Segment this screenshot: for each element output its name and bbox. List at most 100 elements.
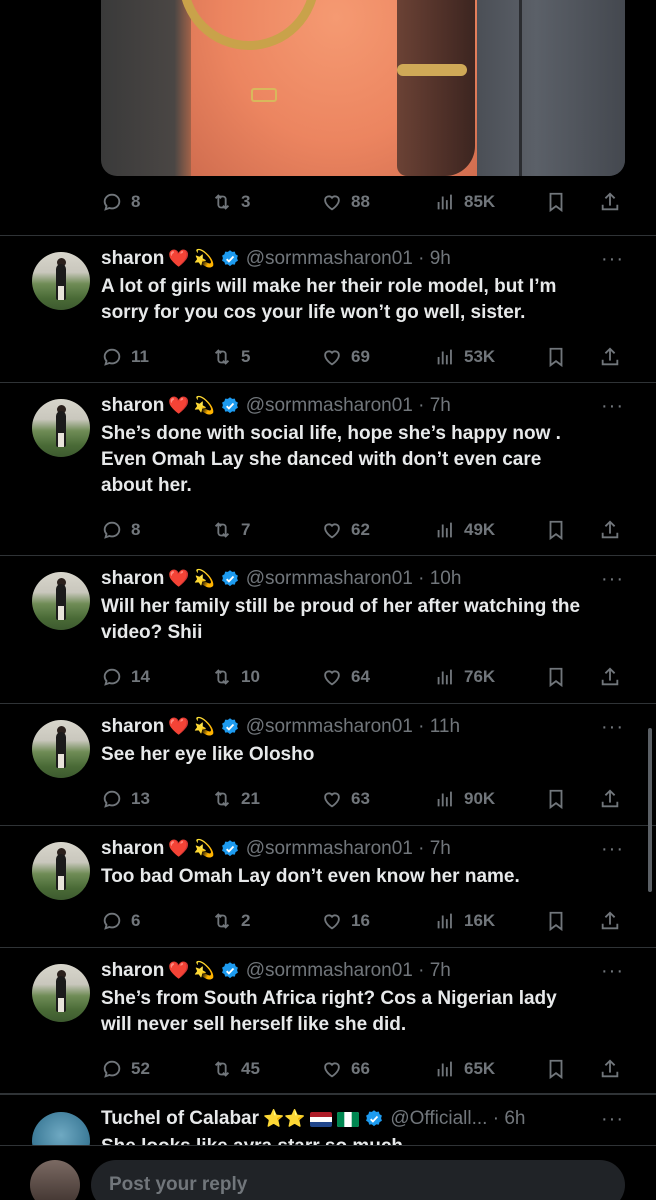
- share-button[interactable]: [599, 788, 621, 810]
- share-button[interactable]: [599, 910, 621, 932]
- reply-tweet[interactable]: sharon ❤️ 💫 @sormmasharon01 · 10h ··· Wi…: [0, 556, 656, 704]
- reply-icon: [103, 668, 121, 686]
- like-button[interactable]: 69: [321, 346, 370, 368]
- tweet-text-line: Will her family still be proud of her af…: [101, 596, 581, 617]
- repost-button[interactable]: 10: [211, 666, 260, 688]
- verified-badge-icon: [221, 962, 238, 979]
- dizzy-emoji: 💫: [193, 717, 215, 736]
- divider: [0, 1094, 656, 1095]
- views-icon: [437, 913, 452, 929]
- tweet-text-line: Too bad Omah Lay don’t even know her nam…: [101, 866, 520, 887]
- like-button[interactable]: 66: [321, 1058, 370, 1080]
- reply-button[interactable]: 52: [101, 1058, 150, 1080]
- display-name[interactable]: sharon: [101, 568, 164, 590]
- views-icon: [437, 1061, 452, 1077]
- tweet-text: See her eye like Olosho: [101, 742, 631, 768]
- more-options-icon[interactable]: ···: [601, 248, 624, 271]
- reply-button[interactable]: 14: [101, 666, 150, 688]
- display-name[interactable]: Tuchel of Calabar: [101, 1108, 259, 1130]
- scrollbar[interactable]: [648, 728, 652, 892]
- more-options-icon[interactable]: ···: [601, 960, 624, 983]
- avatar[interactable]: [32, 842, 90, 900]
- repost-button[interactable]: 21: [211, 788, 260, 810]
- reply-button[interactable]: 8: [101, 519, 140, 541]
- repost-icon: [214, 194, 230, 210]
- reply-tweet[interactable]: sharon ❤️ 💫 @sormmasharon01 · 7h ··· She…: [0, 948, 656, 1094]
- share-button[interactable]: [599, 346, 621, 368]
- repost-button[interactable]: 45: [211, 1058, 260, 1080]
- share-button[interactable]: [599, 191, 621, 213]
- display-name[interactable]: sharon: [101, 248, 164, 270]
- reply-button[interactable]: 13: [101, 788, 150, 810]
- bookmark-button[interactable]: [545, 788, 567, 810]
- heart-emoji: ❤️: [168, 717, 190, 736]
- display-name[interactable]: sharon: [101, 395, 164, 417]
- reply-input[interactable]: Post your reply: [91, 1160, 625, 1200]
- repost-button[interactable]: 7: [211, 519, 250, 541]
- repost-icon: [214, 913, 230, 929]
- bookmark-button[interactable]: [545, 666, 567, 688]
- action-bar: 13 21 63 90K: [101, 784, 625, 814]
- more-options-icon[interactable]: ···: [601, 568, 624, 591]
- tweet-header: sharon ❤️ 💫 @sormmasharon01 · 10h: [101, 568, 461, 590]
- reply-button[interactable]: 8: [101, 191, 140, 213]
- display-name[interactable]: sharon: [101, 716, 164, 738]
- views-button[interactable]: 90K: [434, 788, 495, 810]
- views-button[interactable]: 16K: [434, 910, 495, 932]
- display-name[interactable]: sharon: [101, 838, 164, 860]
- avatar[interactable]: [32, 720, 90, 778]
- like-button[interactable]: 62: [321, 519, 370, 541]
- bookmark-button[interactable]: [545, 346, 567, 368]
- repost-button[interactable]: 2: [211, 910, 250, 932]
- views-icon: [437, 349, 452, 365]
- views-icon: [437, 194, 452, 210]
- bookmark-button[interactable]: [545, 1058, 567, 1080]
- tweet-header: sharon ❤️ 💫 @sormmasharon01 · 7h: [101, 395, 451, 417]
- views-button[interactable]: 53K: [434, 346, 495, 368]
- handle-and-time: @sormmasharon01 · 11h: [245, 716, 461, 737]
- bookmark-button[interactable]: [545, 910, 567, 932]
- views-button[interactable]: 76K: [434, 666, 495, 688]
- avatar[interactable]: [32, 572, 90, 630]
- reply-button[interactable]: 6: [101, 910, 140, 932]
- share-icon: [601, 1059, 619, 1078]
- bookmark-button[interactable]: [545, 191, 567, 213]
- views-button[interactable]: 65K: [434, 1058, 495, 1080]
- reply-tweet[interactable]: sharon ❤️ 💫 @sormmasharon01 · 9h ··· A l…: [0, 236, 656, 383]
- share-button[interactable]: [599, 519, 621, 541]
- repost-button[interactable]: 5: [211, 346, 250, 368]
- bookmark-button[interactable]: [545, 519, 567, 541]
- repost-icon: [214, 669, 230, 685]
- like-button[interactable]: 88: [321, 191, 370, 213]
- tweet-text: She’s done with social life, hope she’s …: [101, 421, 631, 499]
- share-icon: [601, 667, 619, 686]
- more-options-icon[interactable]: ···: [601, 838, 624, 861]
- more-options-icon[interactable]: ···: [601, 1108, 624, 1131]
- tweet-text-line: See her eye like Olosho: [101, 744, 315, 765]
- reply-button[interactable]: 11: [101, 346, 149, 368]
- post-media-image[interactable]: [101, 0, 625, 176]
- avatar[interactable]: [32, 252, 90, 310]
- bookmark-icon: [549, 1059, 563, 1080]
- heart-icon: [324, 1062, 340, 1078]
- avatar[interactable]: [32, 964, 90, 1022]
- like-button[interactable]: 16: [321, 910, 370, 932]
- views-button[interactable]: 85K: [434, 191, 495, 213]
- avatar[interactable]: [32, 399, 90, 457]
- more-options-icon[interactable]: ···: [601, 395, 624, 418]
- tweet-text-line: She’s done with social life, hope she’s …: [101, 423, 561, 444]
- netherlands-flag-icon: [310, 1111, 333, 1127]
- share-button[interactable]: [599, 666, 621, 688]
- repost-button[interactable]: 3: [211, 191, 250, 213]
- like-button[interactable]: 64: [321, 666, 370, 688]
- share-button[interactable]: [599, 1058, 621, 1080]
- reply-tweet[interactable]: sharon ❤️ 💫 @sormmasharon01 · 11h ··· Se…: [0, 704, 656, 826]
- like-button[interactable]: 63: [321, 788, 370, 810]
- tweet-text-line: video? Shii: [101, 622, 203, 643]
- views-button[interactable]: 49K: [434, 519, 495, 541]
- tweet-header: sharon ❤️ 💫 @sormmasharon01 · 7h: [101, 838, 451, 860]
- reply-tweet[interactable]: sharon ❤️ 💫 @sormmasharon01 · 7h ··· She…: [0, 383, 656, 556]
- display-name[interactable]: sharon: [101, 960, 164, 982]
- reply-tweet[interactable]: sharon ❤️ 💫 @sormmasharon01 · 7h ··· Too…: [0, 826, 656, 948]
- more-options-icon[interactable]: ···: [601, 716, 624, 739]
